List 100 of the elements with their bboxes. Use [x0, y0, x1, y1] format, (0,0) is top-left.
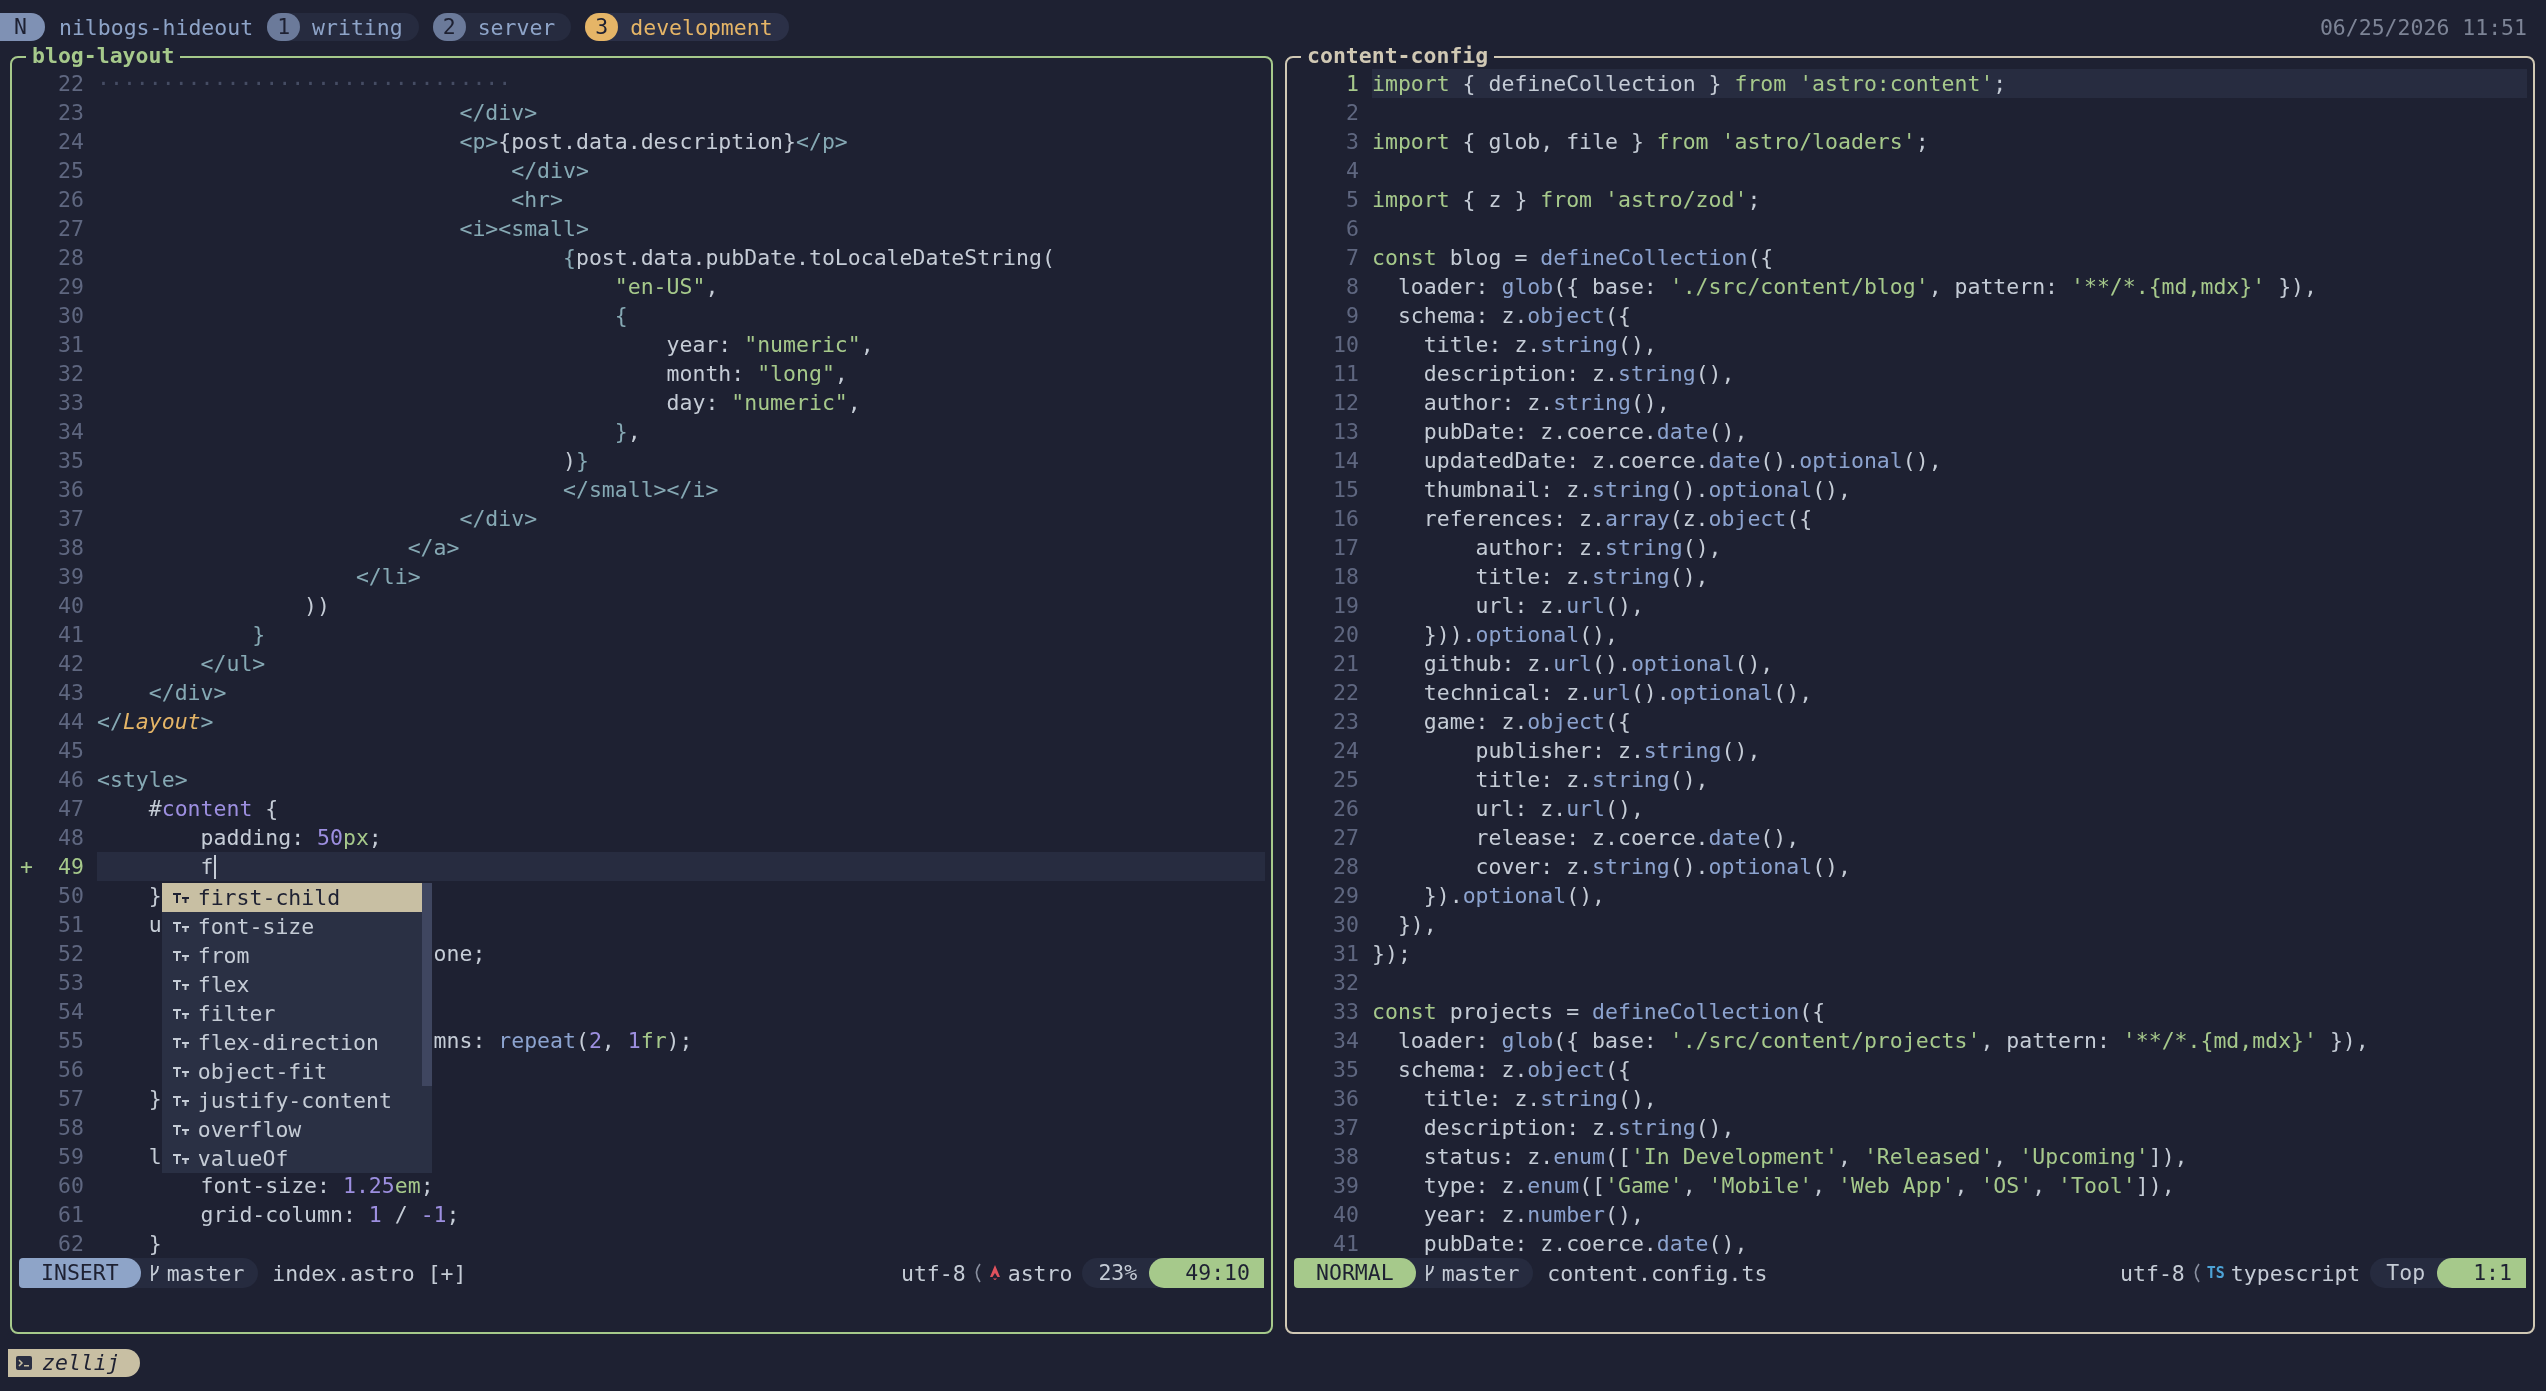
code-line: }).optional(), — [1423, 882, 1606, 910]
code-line: day: "numeric", — [666, 389, 861, 417]
code-line: import { z } from 'astro/zod'; — [1372, 186, 1761, 214]
line-number: 7 — [1345, 244, 1360, 272]
line-number: 20 — [1332, 621, 1360, 649]
completion-item[interactable]: object-fit — [161, 1057, 422, 1086]
line-number: 34 — [1332, 1027, 1360, 1055]
line-number: 36 — [1332, 1085, 1360, 1113]
cursor-position: 49:10 — [1149, 1258, 1264, 1288]
typescript-icon: TS — [2206, 1264, 2225, 1282]
completion-item[interactable]: first-child — [161, 883, 422, 912]
line-number: 39 — [1332, 1172, 1360, 1200]
line-number: 34 — [57, 418, 85, 446]
line-number: 19 — [1332, 592, 1360, 620]
line-number: 25 — [57, 157, 85, 185]
line-number: 23 — [57, 99, 85, 127]
line-number: 33 — [57, 389, 85, 417]
code-line: github: z.url().optional(), — [1423, 650, 1774, 678]
line-number: 22 — [1332, 679, 1360, 707]
code-line: } — [148, 1230, 162, 1258]
code-line: import { glob, file } from 'astro/loaders'; — [1372, 128, 1929, 156]
code-line: author: z.string(), — [1475, 534, 1722, 562]
rocket-icon — [987, 1264, 1002, 1282]
line-number: 59 — [57, 1143, 85, 1171]
completion-item[interactable]: valueOf — [161, 1144, 422, 1173]
line-number: 29 — [57, 273, 85, 301]
completion-item[interactable]: justify-content — [161, 1086, 422, 1115]
file-name: content.config.ts — [1547, 1260, 1768, 1286]
line-number: 31 — [57, 331, 85, 359]
code-line: <p>{post.data.description}</p> — [459, 128, 848, 156]
completion-item[interactable]: font-size — [161, 912, 422, 941]
completion-item[interactable]: filter — [161, 999, 422, 1028]
code-line: title: z.string(), — [1423, 1085, 1657, 1113]
line-number: 47 — [57, 795, 85, 823]
line-number: 42 — [57, 650, 85, 678]
terminal-icon — [16, 1355, 32, 1370]
completion-item[interactable]: from — [161, 941, 422, 970]
code-line: <i><small> — [459, 215, 589, 243]
code-line: url: z.url(), — [1475, 592, 1644, 620]
code-line: </div> — [459, 505, 538, 533]
file-type: typescript — [2230, 1260, 2361, 1286]
tab[interactable]: 2 server — [432, 13, 572, 41]
code-line: #content { — [148, 795, 279, 823]
code-line: cover: z.string().optional(), — [1475, 853, 1851, 881]
code-line: } — [148, 1085, 162, 1113]
code-line: publisher: z.string(), — [1475, 737, 1761, 765]
code-line: status: z.enum(['In Development', 'Released', 'Upcoming']), — [1423, 1143, 2188, 1171]
line-number: 21 — [1332, 650, 1360, 678]
line-number: 37 — [57, 505, 85, 533]
code-line: pubDate: z.coerce.date(), — [1423, 1230, 1748, 1258]
line-number: 26 — [57, 186, 85, 214]
code-line: </Layout> — [97, 708, 214, 736]
text-cursor — [213, 854, 216, 879]
line-number: 32 — [1332, 969, 1360, 997]
cursor-position: 1:1 — [2437, 1258, 2526, 1288]
code-line: )) — [304, 592, 330, 620]
line-number: 62 — [57, 1230, 85, 1258]
line-number: 1 — [1345, 70, 1360, 98]
tab[interactable]: 3 development — [585, 13, 789, 41]
code-line: <hr> — [511, 186, 563, 214]
code-line: }), — [1397, 911, 1437, 939]
code-line: const projects = defineCollection({ — [1372, 998, 1826, 1026]
line-number: 56 — [57, 1056, 85, 1084]
tab[interactable]: 1 writing — [267, 13, 419, 41]
line-number: 3 — [1345, 128, 1360, 156]
line-number: 14 — [1332, 447, 1360, 475]
code-line: "en-US", — [614, 273, 719, 301]
line-number: 13 — [1332, 418, 1360, 446]
line-number: 28 — [57, 244, 85, 272]
code-line: schema: z.object({ — [1397, 1056, 1631, 1084]
line-number: 32 — [57, 360, 85, 388]
line-number: 36 — [57, 476, 85, 504]
code-line: font-size: 1.25em; — [200, 1172, 434, 1200]
line-number: 25 — [1332, 766, 1360, 794]
line-number: 26 — [1332, 795, 1360, 823]
branch-name: master — [1441, 1260, 1520, 1286]
code-line: </div> — [459, 99, 538, 127]
line-number: 52 — [57, 940, 85, 968]
session-name: nilbogs-hideout — [58, 14, 254, 40]
code-line: type: z.enum(['Game', 'Mobile', 'Web App', 'OS', 'Tool']), — [1423, 1172, 2175, 1200]
code-line: }); — [1372, 940, 1411, 968]
line-number: 61 — [57, 1201, 85, 1229]
line-number: 11 — [1332, 360, 1360, 388]
line-number: 2 — [1345, 99, 1360, 127]
completion-item[interactable]: overflow — [161, 1115, 422, 1144]
line-number: 24 — [1332, 737, 1360, 765]
code-line: pubDate: z.coerce.date(), — [1423, 418, 1748, 446]
line-number: 40 — [1332, 1201, 1360, 1229]
line-number: 40 — [57, 592, 85, 620]
completion-item[interactable]: flex-direction — [161, 1028, 422, 1057]
completion-item[interactable]: flex — [161, 970, 422, 999]
code-line: }, — [614, 418, 641, 446]
code-line: release: z.coerce.date(), — [1475, 824, 1800, 852]
code-line: one; — [433, 940, 486, 968]
line-number: 48 — [57, 824, 85, 852]
code-line: grid-column: 1 / -1; — [200, 1201, 460, 1229]
line-number: 57 — [57, 1085, 85, 1113]
code-line: thumbnail: z.string().optional(), — [1423, 476, 1851, 504]
git-added-sign: + — [20, 854, 33, 879]
code-line: l — [148, 1143, 162, 1171]
